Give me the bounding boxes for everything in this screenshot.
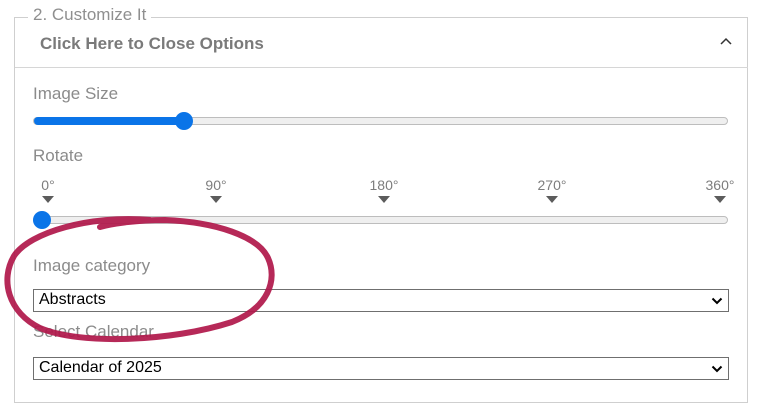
- rotate-thumb[interactable]: [33, 211, 51, 229]
- image-size-label: Image Size: [33, 84, 119, 103]
- chevron-down-icon: [711, 365, 723, 373]
- image-size-fill: [34, 117, 186, 125]
- calendar-select[interactable]: Calendar of 2025: [33, 357, 729, 380]
- close-options-link[interactable]: Click Here to Close Options: [40, 34, 264, 54]
- rotate-tick: 270°: [527, 177, 577, 203]
- options-toggle-header[interactable]: Click Here to Close Options: [15, 18, 748, 68]
- rotate-tick-label: 360°: [705, 177, 735, 193]
- tick-marker-icon: [714, 196, 726, 203]
- rotate-tick-label: 90°: [205, 177, 227, 193]
- select-calendar-label: Select Calendar: [33, 322, 154, 341]
- rotate-tick: 90°: [191, 177, 241, 203]
- tick-marker-icon: [378, 196, 390, 203]
- rotate-tick: 180°: [359, 177, 409, 203]
- chevron-up-icon[interactable]: [718, 33, 734, 49]
- image-category-label: Image category: [33, 256, 151, 275]
- image-category-value: Abstracts: [39, 291, 106, 308]
- rotate-tick-label: 0°: [41, 177, 55, 193]
- rotate-slider[interactable]: [33, 216, 728, 224]
- rotate-tick: 0°: [23, 177, 73, 203]
- image-size-slider[interactable]: [33, 117, 728, 125]
- rotate-tick-label: 270°: [537, 177, 567, 193]
- chevron-down-icon: [711, 297, 723, 305]
- calendar-value: Calendar of 2025: [39, 359, 162, 376]
- tick-marker-icon: [546, 196, 558, 203]
- image-category-select[interactable]: Abstracts: [33, 289, 729, 312]
- rotate-label: Rotate: [33, 146, 84, 165]
- rotate-tick-label: 180°: [369, 177, 399, 193]
- tick-marker-icon: [210, 196, 222, 203]
- tick-marker-icon: [42, 196, 54, 203]
- rotate-tick: 360°: [695, 177, 745, 203]
- customize-fieldset: [14, 17, 748, 403]
